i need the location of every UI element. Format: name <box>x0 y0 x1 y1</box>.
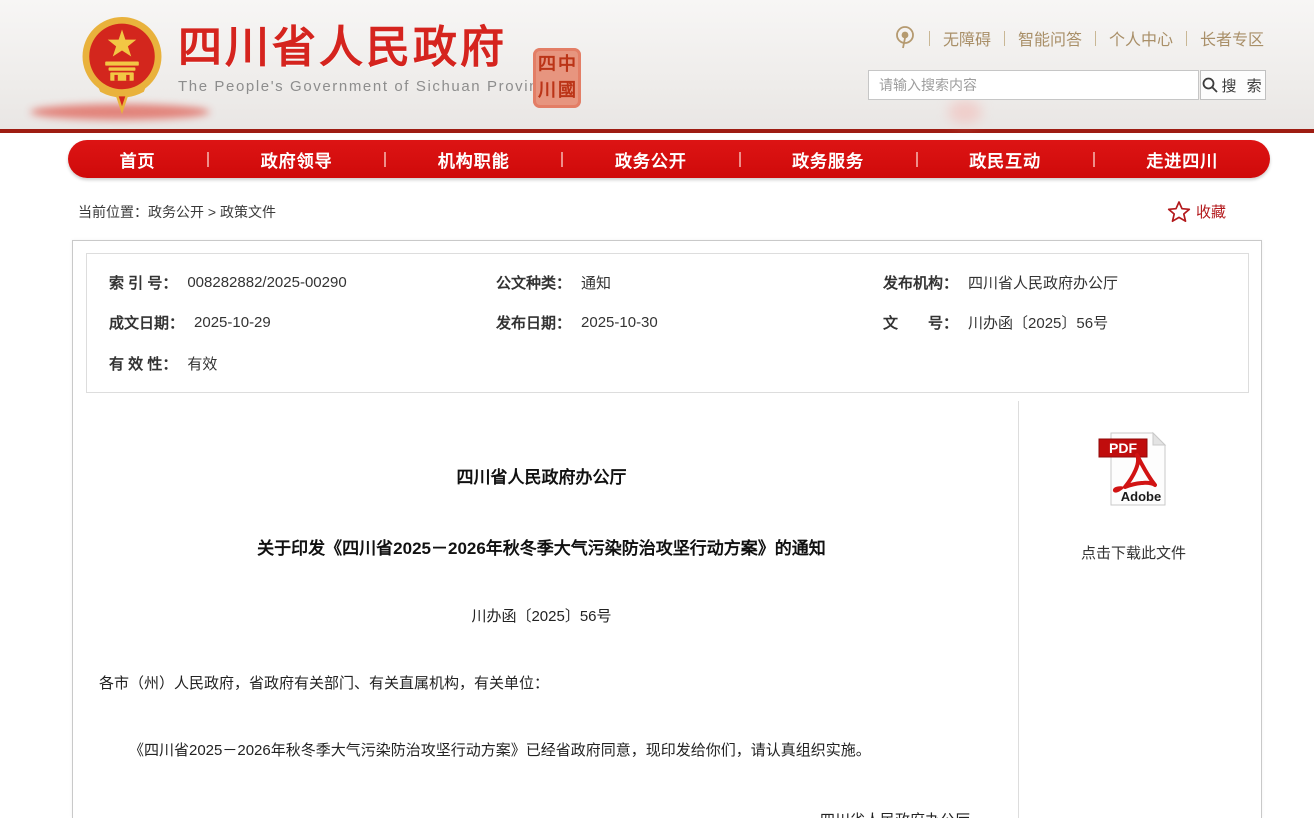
breadcrumb-path[interactable]: 政务公开 > 政策文件 <box>148 204 276 220</box>
nav-item-public-interaction[interactable]: 政民互动 <box>969 147 1041 172</box>
search-button[interactable]: 搜 索 <box>1200 70 1266 100</box>
document-metadata-table: 索 引 号： 008282882/2025-00290 公文种类： 通知 发布机… <box>86 253 1249 393</box>
nav-item-enter-sichuan[interactable]: 走进四川 <box>1146 147 1218 172</box>
seal-char: 中 <box>557 52 577 78</box>
nav-item-government-services[interactable]: 政务服务 <box>792 147 864 172</box>
site-title: 四川省人民政府 <box>178 24 558 72</box>
meta-issuing-agency: 发布机构： 四川省人民政府办公厅 <box>861 262 1248 303</box>
seal-char: 國 <box>557 78 577 104</box>
nav-separator <box>1093 152 1095 167</box>
utility-link-accessibility[interactable]: 无障碍 <box>943 26 991 50</box>
favorite-label: 收藏 <box>1196 201 1226 222</box>
document-container: 索 引 号： 008282882/2025-00290 公文种类： 通知 发布机… <box>72 240 1262 818</box>
decorative-blob <box>948 100 982 124</box>
nav-separator <box>561 152 563 167</box>
nav-separator <box>916 152 918 167</box>
nav-item-home[interactable]: 首页 <box>120 147 156 172</box>
document-number: 川办函〔2025〕56号 <box>99 605 984 626</box>
utility-link-senior-zone[interactable]: 长者专区 <box>1200 26 1264 50</box>
document-body: 四川省人民政府办公厅 关于印发《四川省2025－2026年秋冬季大气污染防治攻坚… <box>73 393 1018 818</box>
utility-separator <box>1004 31 1005 46</box>
site-header: 四川省人民政府 The People's Government of Sichu… <box>0 0 1314 133</box>
search-button-label: 搜 索 <box>1222 75 1265 96</box>
meta-document-type: 公文种类： 通知 <box>474 262 861 303</box>
site-subtitle: The People's Government of Sichuan Provi… <box>178 78 558 95</box>
meta-document-number: 文 号： 川办函〔2025〕56号 <box>861 303 1248 344</box>
star-icon <box>1167 200 1191 223</box>
document-paragraph: 《四川省2025－2026年秋冬季大气污染防治攻坚行动方案》已经省政府同意，现印… <box>99 740 984 763</box>
site-brand: 四川省人民政府 The People's Government of Sichu… <box>178 24 558 95</box>
document-signoff: 四川省人民政府办公厅 <box>99 809 984 818</box>
pdf-file-icon[interactable]: PDF Adobe <box>1097 429 1171 507</box>
main-nav: 首页 政府领导 机构职能 政务公开 政务服务 政民互动 走进四川 <box>68 140 1270 178</box>
download-panel: PDF Adobe 点击下载此文件 <box>1019 393 1248 818</box>
utility-separator <box>1186 31 1187 46</box>
search-input[interactable] <box>868 70 1199 100</box>
breadcrumb-row: 当前位置：政务公开 > 政策文件 收藏 <box>78 202 1268 224</box>
document-issuer: 四川省人民政府办公厅 <box>99 463 984 488</box>
nav-item-government-affairs-disclosure[interactable]: 政务公开 <box>615 147 687 172</box>
seal-char: 川 <box>537 78 557 104</box>
nav-item-institutional-functions[interactable]: 机构职能 <box>438 147 510 172</box>
document-title: 关于印发《四川省2025－2026年秋冬季大气污染防治攻坚行动方案》的通知 <box>99 534 984 559</box>
meta-written-date: 成文日期： 2025-10-29 <box>87 303 474 344</box>
voice-reader-icon[interactable] <box>894 26 916 50</box>
search-icon <box>1202 77 1218 93</box>
utility-link-smart-qa[interactable]: 智能问答 <box>1018 26 1082 50</box>
utility-separator <box>929 31 930 46</box>
utility-separator <box>1095 31 1096 46</box>
page: 四川省人民政府 The People's Government of Sichu… <box>0 0 1314 818</box>
favorite-button[interactable]: 收藏 <box>1167 200 1226 223</box>
nav-separator <box>739 152 741 167</box>
document-salutation: 各市（州）人民政府，省政府有关部门、有关直属机构，有关单位： <box>99 672 984 693</box>
nav-item-government-leaders[interactable]: 政府领导 <box>261 147 333 172</box>
nav-separator <box>207 152 209 167</box>
seal-char: 四 <box>537 52 557 78</box>
utility-link-personal-center[interactable]: 个人中心 <box>1109 26 1173 50</box>
meta-index-number: 索 引 号： 008282882/2025-00290 <box>87 262 474 303</box>
breadcrumb: 当前位置：政务公开 > 政策文件 <box>78 204 276 220</box>
breadcrumb-label: 当前位置： <box>78 204 148 220</box>
meta-validity: 有 效 性： 有效 <box>87 343 474 384</box>
china-sichuan-seal: 四 中 川 國 <box>533 48 581 108</box>
download-link[interactable]: 点击下载此文件 <box>1019 542 1248 563</box>
meta-publish-date: 发布日期： 2025-10-30 <box>474 303 861 344</box>
adobe-pdf-icon: PDF Adobe <box>1097 429 1171 507</box>
search-bar: 搜 索 <box>868 70 1266 100</box>
utility-links: 无障碍 智能问答 个人中心 长者专区 <box>894 26 1264 50</box>
svg-text:Adobe: Adobe <box>1120 489 1160 504</box>
nav-separator <box>384 152 386 167</box>
national-emblem-logo[interactable] <box>80 14 164 114</box>
svg-text:PDF: PDF <box>1109 440 1137 456</box>
